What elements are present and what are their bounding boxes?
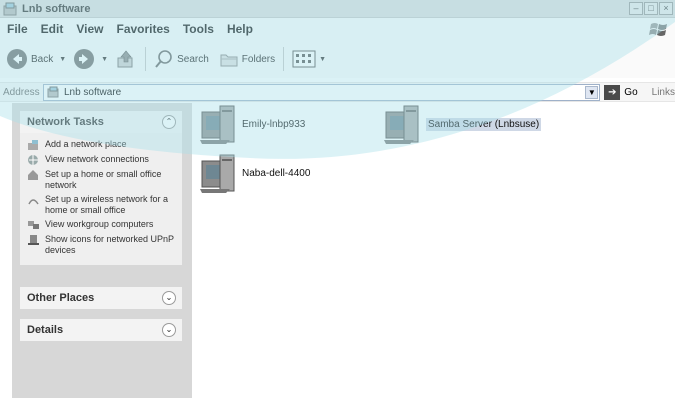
links-button[interactable]: Links xyxy=(652,87,675,98)
menu-help[interactable]: Help xyxy=(227,22,253,36)
title-bar: Lnb software – □ × xyxy=(0,0,675,18)
minimize-button[interactable]: – xyxy=(629,2,643,15)
collapse-icon[interactable]: ⌃ xyxy=(162,115,176,129)
go-label: Go xyxy=(624,86,638,98)
computer-item[interactable]: Samba Server (Lnbsuse) xyxy=(382,102,542,146)
address-input[interactable]: Lnb software ▼ xyxy=(42,83,601,101)
computer-name: Naba-dell-4400 xyxy=(242,167,311,179)
workgroup-icon xyxy=(28,221,39,229)
menu-edit[interactable]: Edit xyxy=(41,22,64,36)
network-tasks-panel: Network Tasks ⌃ Add a network place View… xyxy=(20,111,182,265)
toolbar: Back ▼ ▼ Search Folders ▼ xyxy=(0,40,675,78)
search-label: Search xyxy=(177,53,209,65)
task-view-workgroup[interactable]: View workgroup computers xyxy=(27,219,176,231)
computer-item[interactable]: Emily-lnbp933 xyxy=(198,102,305,146)
task-view-network-connections[interactable]: View network connections xyxy=(27,154,176,166)
expand-icon[interactable]: ⌄ xyxy=(162,291,176,305)
server-icon xyxy=(384,105,419,144)
menu-view[interactable]: View xyxy=(76,22,103,36)
network-tasks-title: Network Tasks xyxy=(27,116,104,128)
address-bar: Address Lnb software ▼ ➔ Go Links xyxy=(0,82,675,102)
details-header[interactable]: Details ⌄ xyxy=(20,319,182,341)
back-label: Back xyxy=(31,53,54,65)
toolbar-separator xyxy=(145,47,147,71)
window-title: Lnb software xyxy=(22,2,91,15)
close-button[interactable]: × xyxy=(659,2,673,15)
menu-favorites[interactable]: Favorites xyxy=(116,22,169,36)
task-show-upnp[interactable]: Show icons for networked UPnP devices xyxy=(27,234,176,256)
back-arrow-icon xyxy=(7,49,27,69)
folders-icon xyxy=(220,54,238,67)
views-grid-icon xyxy=(292,50,316,68)
search-button[interactable]: Search xyxy=(152,45,211,73)
other-places-header[interactable]: Other Places ⌄ xyxy=(20,287,182,309)
search-icon xyxy=(155,50,172,68)
address-label: Address xyxy=(3,86,40,98)
views-button[interactable] xyxy=(290,45,318,73)
go-arrow-icon: ➔ xyxy=(604,84,621,100)
menu-file[interactable]: File xyxy=(7,22,28,36)
up-folder-icon xyxy=(117,50,133,68)
add-network-place-icon xyxy=(28,140,38,150)
address-value: Lnb software xyxy=(63,86,122,98)
network-tasks-header[interactable]: Network Tasks ⌃ xyxy=(20,111,182,133)
computer-item[interactable]: Naba-dell-4400 xyxy=(198,151,310,195)
maximize-button[interactable]: □ xyxy=(644,2,658,15)
go-button[interactable]: ➔ Go xyxy=(604,84,638,100)
task-wireless-network[interactable]: Set up a wireless network for a home or … xyxy=(27,194,176,216)
network-computers-view: Emily-lnbp933 Samba Server (Lnbsuse) Nab… xyxy=(192,103,675,398)
menu-bar: File Edit View Favorites Tools Help xyxy=(0,18,675,40)
forward-button[interactable] xyxy=(71,45,97,73)
folders-button[interactable]: Folders xyxy=(217,45,277,73)
wireless-icon xyxy=(28,199,39,205)
views-dropdown-icon[interactable]: ▼ xyxy=(319,56,326,63)
menu-tools[interactable]: Tools xyxy=(183,22,214,36)
task-pane: Network Tasks ⌃ Add a network place View… xyxy=(12,103,192,398)
forward-arrow-icon xyxy=(74,49,95,69)
other-places-panel: Other Places ⌄ xyxy=(20,287,182,309)
computer-name: Emily-lnbp933 xyxy=(242,118,306,130)
computer-name: Samba Server (Lnbsuse) xyxy=(426,117,542,131)
home-network-icon xyxy=(28,170,38,180)
network-connections-icon xyxy=(28,155,38,165)
address-dropdown-icon[interactable]: ▼ xyxy=(585,85,599,99)
network-folder-icon xyxy=(47,86,59,98)
computer-icon xyxy=(200,105,235,144)
network-folder-icon xyxy=(3,2,17,15)
back-button[interactable]: Back xyxy=(4,45,55,73)
back-dropdown-icon[interactable]: ▼ xyxy=(59,56,66,63)
task-add-network-place[interactable]: Add a network place xyxy=(27,139,176,151)
task-home-network[interactable]: Set up a home or small office network xyxy=(27,169,176,191)
other-places-title: Other Places xyxy=(27,292,95,304)
network-tasks-list: Add a network place View network connect… xyxy=(20,133,182,265)
upnp-icon xyxy=(28,235,39,245)
details-title: Details xyxy=(27,324,64,336)
forward-dropdown-icon[interactable]: ▼ xyxy=(101,56,108,63)
windows-logo-icon xyxy=(649,23,667,36)
expand-icon[interactable]: ⌄ xyxy=(162,323,176,337)
folders-label: Folders xyxy=(241,53,276,65)
up-folder-button[interactable] xyxy=(113,45,139,73)
computer-icon xyxy=(200,154,235,193)
toolbar-separator xyxy=(283,47,285,71)
details-panel: Details ⌄ xyxy=(20,319,182,341)
